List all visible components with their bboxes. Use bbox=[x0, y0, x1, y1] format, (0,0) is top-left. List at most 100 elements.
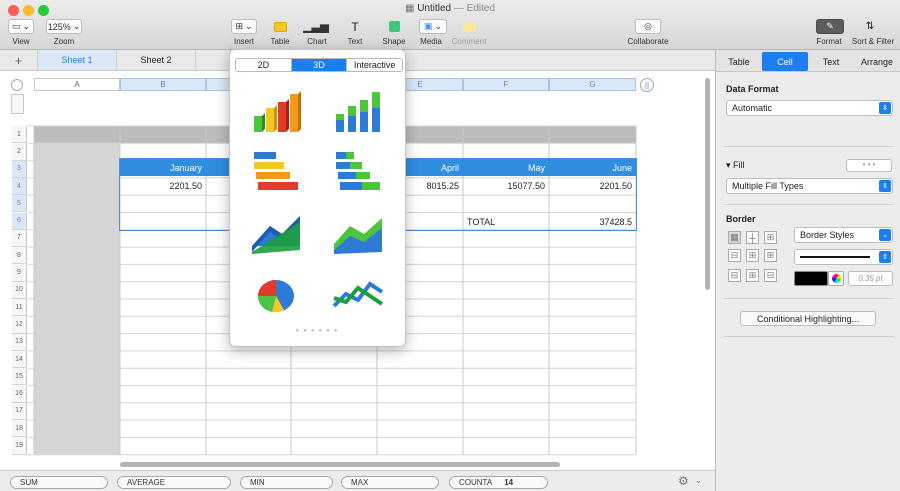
row-header-6[interactable]: 6 bbox=[12, 212, 27, 230]
window-title-text: Untitled bbox=[417, 3, 452, 14]
row-header-14[interactable]: 14 bbox=[12, 350, 27, 369]
tab-text[interactable]: Text bbox=[808, 52, 854, 71]
fill-disclosure[interactable]: ▾ Fill bbox=[726, 160, 745, 171]
tab-table[interactable]: Table bbox=[716, 52, 762, 71]
border-color-well[interactable] bbox=[794, 271, 828, 286]
border-line-select[interactable]: ⇕ bbox=[794, 249, 893, 265]
border-inside-icon[interactable]: ┼ bbox=[746, 231, 759, 244]
segment-interactive[interactable]: Interactive bbox=[347, 59, 402, 71]
border-width-field[interactable]: 0.35 pt bbox=[848, 271, 893, 286]
zoom-label: Zoom bbox=[53, 37, 75, 46]
shape-button[interactable] bbox=[383, 19, 405, 34]
pause-columns-icon[interactable]: || bbox=[640, 78, 654, 92]
color-wheel-icon[interactable] bbox=[828, 271, 844, 286]
border-top-icon[interactable]: ⊟ bbox=[728, 269, 741, 282]
column-header-b[interactable]: B bbox=[120, 78, 206, 91]
vertical-scrollbar[interactable] bbox=[705, 78, 710, 290]
border-styles-select[interactable]: Border Styles ⌄ bbox=[794, 227, 893, 243]
row-header-10[interactable]: 10 bbox=[12, 281, 27, 299]
row-header-13[interactable]: 13 bbox=[12, 333, 27, 351]
tab-sheet-1[interactable]: Sheet 1 bbox=[38, 50, 117, 70]
text-button[interactable]: T bbox=[344, 19, 366, 34]
page-indicator[interactable]: ●●●●●● bbox=[230, 328, 407, 334]
segment-2d[interactable]: 2D bbox=[236, 59, 292, 71]
media-icon: ▣ bbox=[423, 21, 433, 31]
border-right-icon[interactable]: ⊞ bbox=[746, 269, 759, 282]
fill-select[interactable]: Multiple Fill Types ⇕ bbox=[726, 178, 893, 194]
view-button[interactable]: ▭ ⌄ bbox=[8, 19, 34, 34]
border-outside-icon[interactable]: ⊞ bbox=[764, 231, 777, 244]
max-pill[interactable]: MAX bbox=[341, 476, 439, 489]
data-format-select[interactable]: Automatic ⇕ bbox=[726, 100, 893, 116]
column-header-f[interactable]: F bbox=[463, 78, 549, 91]
view-icon: ▭ bbox=[11, 21, 21, 31]
window-title: ▦ Untitled — Edited bbox=[0, 3, 900, 14]
row-header-12[interactable]: 12 bbox=[12, 316, 27, 334]
row-header-11[interactable]: 11 bbox=[12, 299, 27, 317]
border-bottom-icon[interactable]: ⊟ bbox=[764, 269, 777, 282]
collaborate-button[interactable]: ◎ bbox=[635, 19, 661, 34]
tab-cell[interactable]: Cell bbox=[762, 52, 808, 71]
column-header-g[interactable]: G bbox=[549, 78, 636, 91]
row-header-15[interactable]: 15 bbox=[12, 368, 27, 386]
zoom-select[interactable]: 125% ⌄ bbox=[46, 19, 82, 34]
row-header-9[interactable]: 9 bbox=[12, 264, 27, 282]
3d-stacked-area-chart-icon[interactable] bbox=[330, 210, 386, 256]
chart-button[interactable]: ▁▃▅ bbox=[303, 19, 328, 34]
column-header-a[interactable]: A bbox=[34, 78, 120, 91]
3d-stacked-column-chart-icon[interactable] bbox=[330, 88, 386, 134]
format-button[interactable]: ✎ bbox=[816, 19, 844, 34]
row-header-17[interactable]: 17 bbox=[12, 402, 27, 421]
row-header-5[interactable]: 5 bbox=[12, 195, 27, 213]
border-all-icon[interactable]: ▦ bbox=[728, 231, 741, 244]
border-line-preview bbox=[800, 256, 870, 258]
average-pill[interactable]: AVERAGE bbox=[117, 476, 231, 489]
comment-label: Comment bbox=[451, 37, 487, 46]
chart-popover: 2D 3D Interactive ●●●●●● bbox=[229, 49, 406, 347]
row-header-8[interactable]: 8 bbox=[12, 247, 27, 265]
row-header-3[interactable]: 3 bbox=[12, 160, 27, 178]
data-format-label: Data Format bbox=[726, 84, 779, 94]
insert-button[interactable]: ⊞ ⌄ bbox=[231, 19, 257, 34]
3d-pie-chart-icon[interactable] bbox=[248, 270, 304, 316]
media-button[interactable]: ▣ ⌄ bbox=[419, 19, 447, 34]
divider bbox=[724, 146, 894, 147]
counta-label: COUNTA bbox=[459, 478, 493, 487]
chevron-updown-icon: ⇕ bbox=[879, 251, 891, 263]
segment-3d[interactable]: 3D bbox=[291, 59, 348, 71]
sum-pill[interactable]: SUM bbox=[10, 476, 108, 489]
comment-button[interactable] bbox=[458, 19, 480, 34]
horizontal-scrollbar[interactable] bbox=[120, 462, 560, 467]
gear-icon[interactable]: ⚙ bbox=[678, 474, 689, 488]
3d-stacked-bar-chart-icon[interactable] bbox=[330, 150, 386, 196]
tab-arrange[interactable]: Arrange bbox=[854, 52, 900, 71]
3d-column-chart-icon[interactable] bbox=[248, 88, 304, 134]
3d-area-chart-icon[interactable] bbox=[248, 210, 304, 256]
table-button[interactable] bbox=[269, 19, 291, 34]
border-horizontal-icon[interactable]: ⊟ bbox=[728, 249, 741, 262]
chevron-updown-icon: ⇕ bbox=[879, 180, 891, 192]
min-pill[interactable]: MIN bbox=[240, 476, 333, 489]
border-left-icon[interactable]: ⊞ bbox=[764, 249, 777, 262]
3d-bar-chart-icon[interactable] bbox=[248, 150, 304, 196]
format-sidebar: Table Cell Text Arrange Data Format Auto… bbox=[715, 50, 900, 491]
sort-filter-button[interactable]: ⇅ bbox=[859, 19, 881, 34]
paintbrush-icon: ✎ bbox=[826, 21, 834, 31]
border-vertical-icon[interactable]: ⊞ bbox=[746, 249, 759, 262]
row-header-7[interactable]: 7 bbox=[12, 229, 27, 248]
row-header-18[interactable]: 18 bbox=[12, 420, 27, 438]
row-header-19[interactable]: 19 bbox=[12, 437, 27, 455]
row-header-1[interactable]: 1 bbox=[12, 126, 27, 144]
add-sheet-button[interactable]: + bbox=[0, 50, 38, 70]
sort-icon: ⇅ bbox=[865, 21, 875, 32]
chevron-down-icon[interactable]: ⌄ bbox=[695, 476, 702, 485]
row-header-4[interactable]: 4 bbox=[12, 177, 27, 196]
row-header-2[interactable]: 2 bbox=[12, 143, 27, 161]
fill-more-button[interactable]: • • • bbox=[846, 159, 892, 172]
conditional-highlighting-button[interactable]: Conditional Highlighting... bbox=[740, 311, 876, 326]
counta-pill[interactable]: COUNTA 14 bbox=[449, 476, 548, 489]
row-header-16[interactable]: 16 bbox=[12, 385, 27, 403]
3d-line-chart-icon[interactable] bbox=[330, 270, 386, 316]
chevron-down-icon: ⌄ bbox=[879, 229, 891, 241]
tab-sheet-2[interactable]: Sheet 2 bbox=[117, 50, 196, 70]
